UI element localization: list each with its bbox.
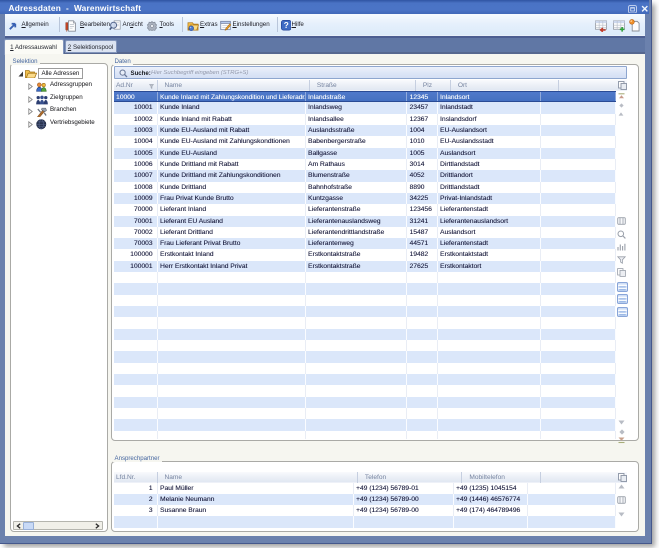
svg-text:?: ? xyxy=(283,21,288,30)
